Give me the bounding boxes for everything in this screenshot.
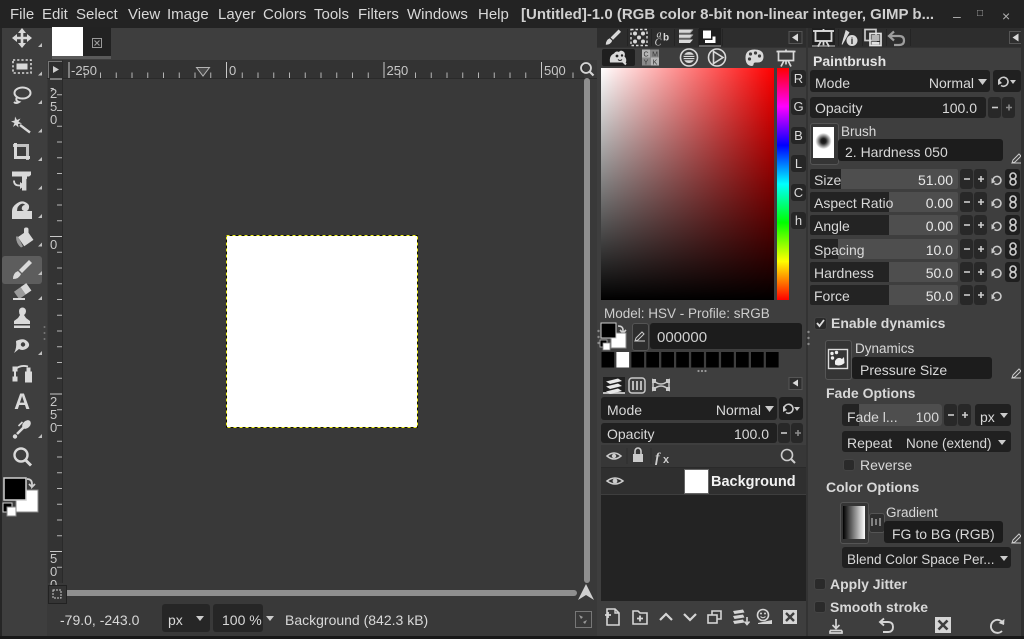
svg-text:K: K <box>653 60 658 67</box>
svg-text:Y: Y <box>644 60 649 67</box>
svg-text:C: C <box>643 52 648 59</box>
svg-text:i: i <box>851 36 854 46</box>
svg-text:x: x <box>663 454 670 466</box>
svg-text:f: f <box>655 451 661 466</box>
svg-text:C: C <box>655 38 662 49</box>
svg-text:b: b <box>663 33 669 44</box>
svg-text:A: A <box>14 389 30 414</box>
svg-text:M: M <box>652 52 658 59</box>
